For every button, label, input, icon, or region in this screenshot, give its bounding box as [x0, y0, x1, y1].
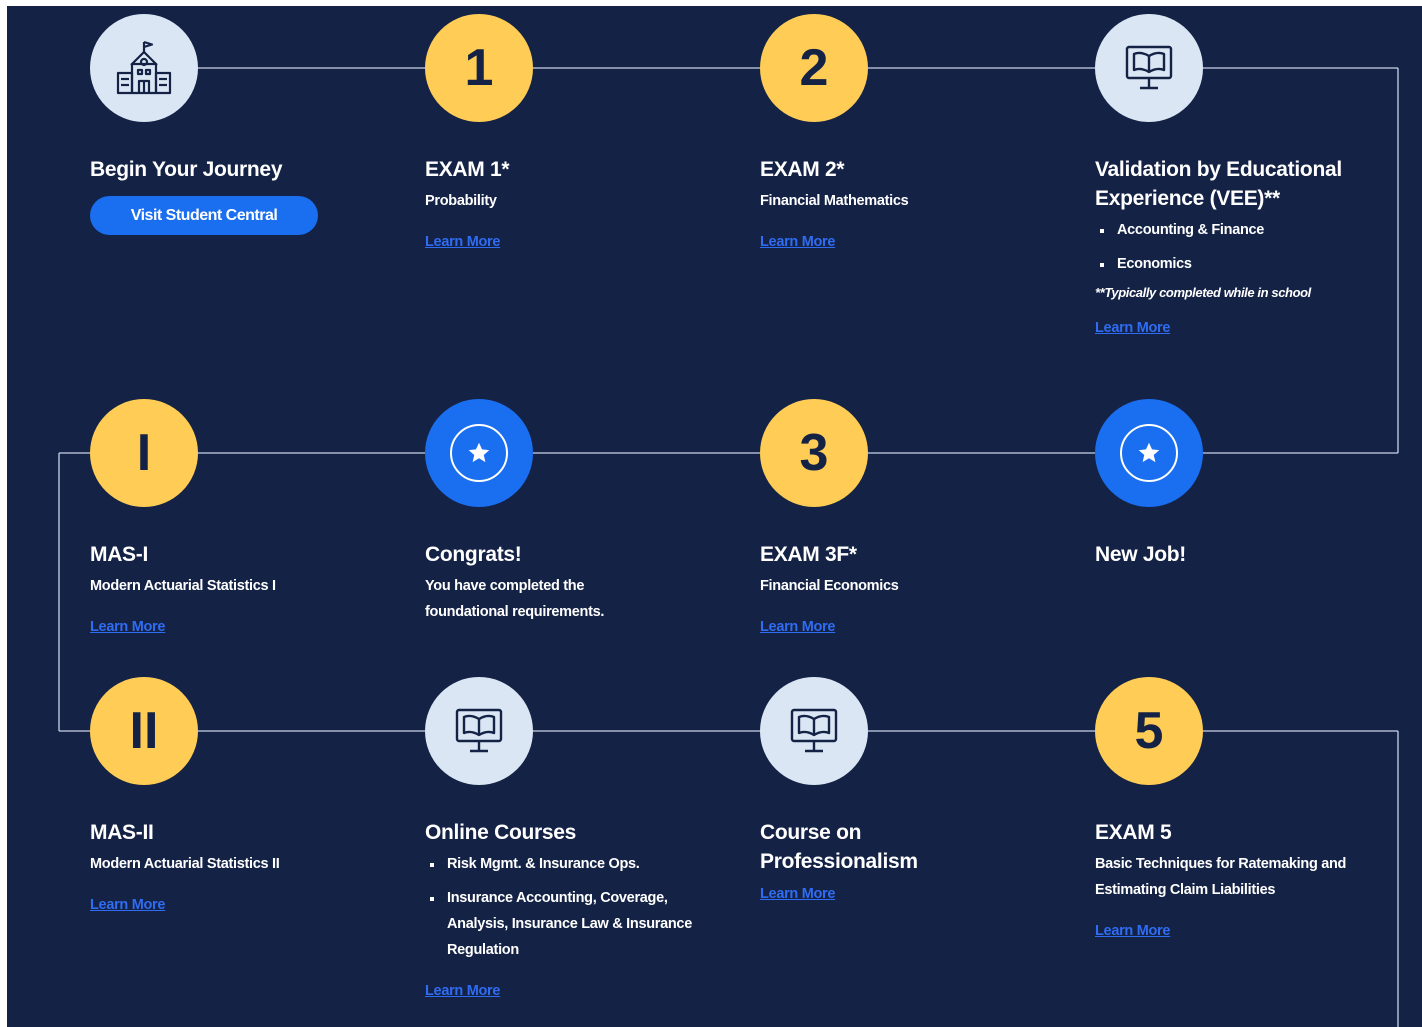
online-courses-list-item: Insurance Accounting, Coverage, Analysis…: [425, 885, 710, 963]
exam3f-subtitle: Financial Economics: [760, 578, 899, 594]
exam2-numeral: 2: [799, 39, 829, 97]
mas1-numeral: I: [136, 424, 152, 482]
monitor-book-icon: [790, 708, 838, 753]
online-courses-list: Risk Mgmt. & Insurance Ops. Insurance Ac…: [425, 851, 710, 963]
professionalism-node: [760, 677, 868, 785]
congrats-subtitle: You have completed the foundational requ…: [425, 578, 605, 620]
online-courses-node: [425, 677, 533, 785]
mas2-title: MAS-II: [90, 821, 154, 844]
star-badge: [450, 424, 508, 482]
exam1-learn-more-link[interactable]: Learn More: [425, 234, 500, 250]
vee-list-item: Accounting & Finance: [1095, 217, 1385, 243]
exam3f-node: 3: [760, 399, 868, 507]
vee-list: Accounting & Finance Economics: [1095, 217, 1385, 277]
new-job-block: New Job!: [1095, 540, 1385, 569]
vee-block: Validation by Educational Experience (VE…: [1095, 155, 1385, 337]
congrats-block: Congrats! You have completed the foundat…: [425, 540, 655, 625]
professionalism-learn-more-link[interactable]: Learn More: [760, 886, 835, 902]
exam2-learn-more-link[interactable]: Learn More: [760, 234, 835, 250]
vee-list-item: Economics: [1095, 251, 1385, 277]
vee-note: **Typically completed while in school: [1095, 285, 1311, 300]
vee-node: [1095, 14, 1203, 122]
mas1-block: MAS-I Modern Actuarial Statistics I Lear…: [90, 540, 380, 636]
begin-journey-block: Begin Your Journey Visit Student Central: [90, 155, 380, 235]
new-job-title: New Job!: [1095, 543, 1186, 566]
exam2-block: EXAM 2* Financial Mathematics Learn More: [760, 155, 1050, 251]
professionalism-title: Course on Professionalism: [760, 821, 918, 873]
exam5-numeral: 5: [1134, 702, 1164, 760]
exam5-block: EXAM 5 Basic Techniques for Ratemaking a…: [1095, 818, 1355, 940]
vee-title: Validation by Educational Experience (VE…: [1095, 158, 1342, 210]
star-icon: [1138, 442, 1160, 463]
school-building-icon: [116, 40, 172, 95]
exam2-title: EXAM 2*: [760, 158, 845, 181]
exam2-node: 2: [760, 14, 868, 122]
exam1-numeral: 1: [464, 39, 494, 97]
exam1-node: 1: [425, 14, 533, 122]
mas1-learn-more-link[interactable]: Learn More: [90, 619, 165, 635]
congrats-title: Congrats!: [425, 543, 522, 566]
mas2-node: II: [90, 677, 198, 785]
school-building-node: [90, 14, 198, 122]
star-icon: [468, 442, 490, 463]
exam5-title: EXAM 5: [1095, 821, 1172, 844]
exam3f-learn-more-link[interactable]: Learn More: [760, 619, 835, 635]
exam2-subtitle: Financial Mathematics: [760, 193, 909, 209]
online-courses-list-item: Risk Mgmt. & Insurance Ops.: [425, 851, 710, 877]
online-courses-block: Online Courses Risk Mgmt. & Insurance Op…: [425, 818, 710, 1000]
mas2-learn-more-link[interactable]: Learn More: [90, 897, 165, 913]
star-badge: [1120, 424, 1178, 482]
exam1-block: EXAM 1* Probability Learn More: [425, 155, 715, 251]
vee-learn-more-link[interactable]: Learn More: [1095, 320, 1170, 336]
visit-student-central-button[interactable]: Visit Student Central: [90, 196, 318, 235]
exam5-node: 5: [1095, 677, 1203, 785]
exam3f-title: EXAM 3F*: [760, 543, 857, 566]
exam3f-block: EXAM 3F* Financial Economics Learn More: [760, 540, 1050, 636]
monitor-book-icon: [1125, 45, 1173, 90]
congrats-node: [425, 399, 533, 507]
mas1-node: I: [90, 399, 198, 507]
exam1-subtitle: Probability: [425, 193, 497, 209]
exam1-title: EXAM 1*: [425, 158, 510, 181]
mas1-subtitle: Modern Actuarial Statistics I: [90, 578, 276, 594]
new-job-node: [1095, 399, 1203, 507]
mas2-numeral: II: [129, 702, 159, 760]
professionalism-block: Course on Professionalism Learn More: [760, 818, 980, 903]
exam-roadmap-panel: 1 2 Begin Your Journey Visit Student Cen…: [7, 6, 1422, 1027]
exam3f-numeral: 3: [799, 424, 829, 482]
mas1-title: MAS-I: [90, 543, 148, 566]
exam5-subtitle: Basic Techniques for Ratemaking and Esti…: [1095, 856, 1347, 898]
online-courses-title: Online Courses: [425, 821, 577, 844]
exam5-learn-more-link[interactable]: Learn More: [1095, 923, 1170, 939]
monitor-book-icon: [455, 708, 503, 753]
mas2-block: MAS-II Modern Actuarial Statistics II Le…: [90, 818, 380, 914]
online-courses-learn-more-link[interactable]: Learn More: [425, 983, 500, 999]
mas2-subtitle: Modern Actuarial Statistics II: [90, 856, 280, 872]
begin-journey-title: Begin Your Journey: [90, 158, 283, 181]
